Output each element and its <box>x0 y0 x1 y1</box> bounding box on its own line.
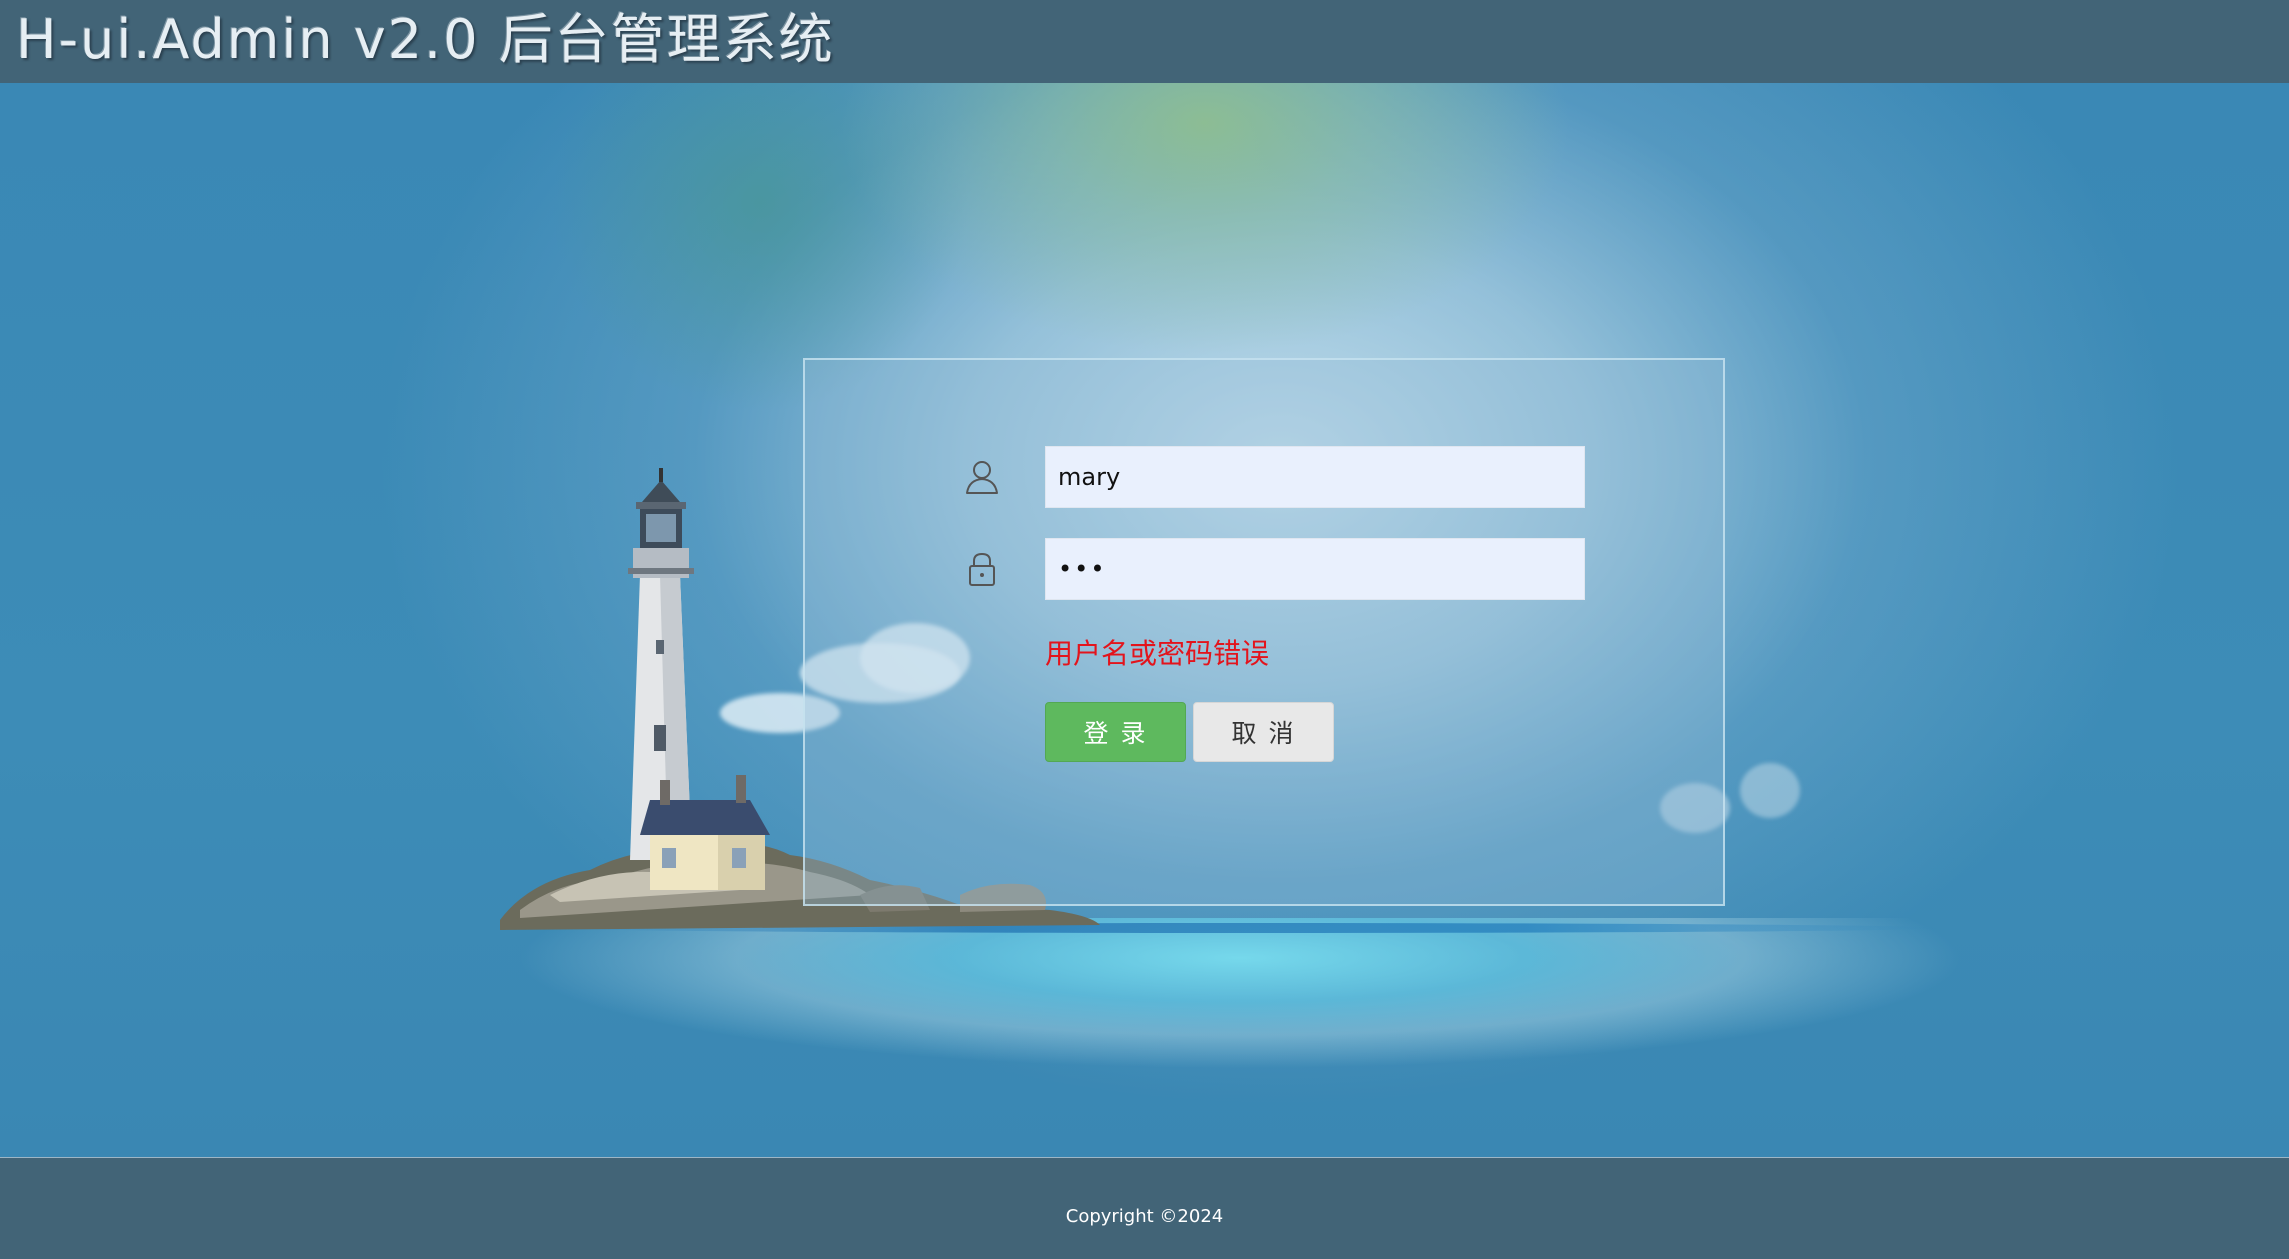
login-button[interactable]: 登 录 <box>1045 702 1186 762</box>
login-page: H-ui.Admin v2.0 后台管理系统 mary ••• 用户名或密码错误… <box>0 0 2289 1259</box>
password-row <box>805 538 1723 600</box>
user-icon <box>966 461 998 494</box>
footer-bar: Copyright ©2024 <box>0 1157 2289 1259</box>
cloud-decoration <box>1740 763 1800 818</box>
password-input[interactable] <box>1045 538 1585 600</box>
login-form: 用户名或密码错误 登 录 取 消 <box>803 358 1725 906</box>
header-bar: H-ui.Admin v2.0 后台管理系统 <box>0 0 2289 83</box>
cancel-button[interactable]: 取 消 <box>1193 702 1334 762</box>
username-input[interactable] <box>1045 446 1585 508</box>
copyright-text: Copyright ©2024 <box>1065 1206 1224 1227</box>
username-row <box>805 446 1723 508</box>
sea-decoration <box>480 918 2000 1138</box>
error-message: 用户名或密码错误 <box>1045 637 1270 670</box>
lock-icon <box>969 552 995 586</box>
app-logo: H-ui.Admin v2.0 后台管理系统 <box>16 8 835 71</box>
